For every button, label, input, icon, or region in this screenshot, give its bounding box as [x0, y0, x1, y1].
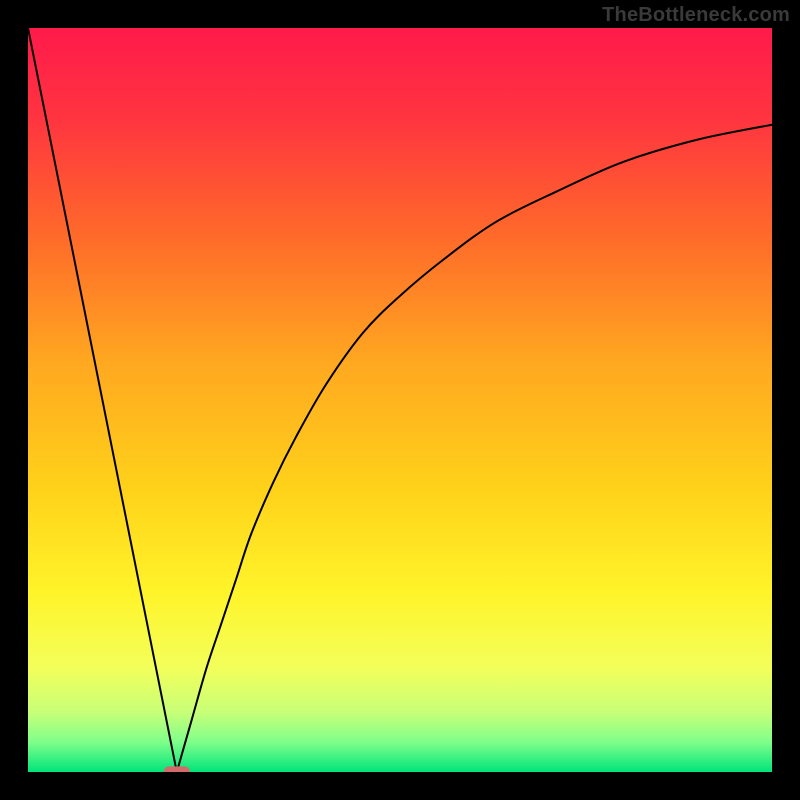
chart-plot-area [28, 28, 772, 772]
chart-svg [28, 28, 772, 772]
chart-background [28, 28, 772, 772]
chart-frame: TheBottleneck.com [0, 0, 800, 800]
minimum-marker [164, 766, 190, 772]
watermark-text: TheBottleneck.com [602, 4, 790, 27]
